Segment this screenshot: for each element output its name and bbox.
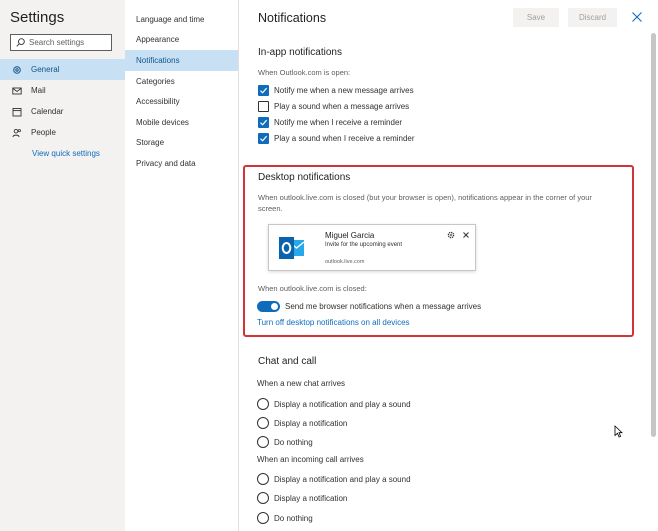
checkmark-icon bbox=[260, 135, 268, 142]
incoming-call-label: When an incoming call arrives bbox=[257, 455, 364, 464]
subnav-notifications[interactable]: Notifications bbox=[125, 50, 238, 71]
radio-button[interactable] bbox=[257, 492, 269, 504]
radio-button[interactable] bbox=[257, 398, 269, 410]
checkbox-label: Notify me when I receive a reminder bbox=[274, 118, 403, 127]
checkbox-label: Notify me when a new message arrives bbox=[274, 86, 414, 95]
preview-message: Invite for the upcoming event bbox=[325, 242, 403, 248]
search-input[interactable] bbox=[29, 38, 109, 47]
radio-button[interactable] bbox=[257, 473, 269, 485]
subnav-language-and-time[interactable]: Language and time bbox=[125, 9, 238, 30]
settings-title: Settings bbox=[10, 9, 65, 26]
call-option-notify[interactable]: Display a notification bbox=[257, 492, 347, 504]
subnav-categories[interactable]: Categories bbox=[125, 71, 238, 92]
checkmark-icon bbox=[260, 119, 268, 126]
scrollbar[interactable] bbox=[651, 33, 656, 437]
checkbox-checked[interactable] bbox=[258, 85, 269, 96]
search-box[interactable] bbox=[10, 34, 112, 51]
subnav-appearance[interactable]: Appearance bbox=[125, 30, 238, 51]
chat-option-notify-sound[interactable]: Display a notification and play a sound bbox=[257, 398, 411, 410]
nav-label-people: People bbox=[31, 128, 56, 137]
gear-icon bbox=[13, 65, 21, 74]
checkbox-label: Play a sound when a message arrives bbox=[274, 102, 410, 111]
calendar-icon bbox=[12, 107, 22, 116]
inapp-option-message-sound[interactable]: Play a sound when a message arrives bbox=[258, 101, 409, 112]
radio-label: Do nothing bbox=[274, 437, 313, 447]
close-icon[interactable] bbox=[631, 11, 643, 23]
save-button[interactable]: Save bbox=[513, 8, 559, 27]
checkbox-label: Play a sound when I receive a reminder bbox=[274, 134, 415, 143]
outlook-logo-icon bbox=[279, 237, 305, 259]
radio-button[interactable] bbox=[257, 512, 269, 524]
call-option-notify-sound[interactable]: Display a notification and play a sound bbox=[257, 473, 411, 485]
people-icon bbox=[12, 128, 21, 137]
notification-preview: Miguel Garcia Invite for the upcoming ev… bbox=[268, 224, 476, 271]
inapp-section-title: In-app notifications bbox=[258, 47, 342, 58]
call-option-nothing[interactable]: Do nothing bbox=[257, 512, 313, 524]
radio-button[interactable] bbox=[257, 436, 269, 448]
nav-item-general[interactable]: General bbox=[0, 59, 125, 80]
preview-domain: outlook.live.com bbox=[325, 259, 365, 265]
browser-notifications-toggle[interactable] bbox=[257, 301, 280, 312]
close-icon bbox=[463, 232, 469, 238]
chat-option-nothing[interactable]: Do nothing bbox=[257, 436, 313, 448]
nav-label-calendar: Calendar bbox=[31, 107, 64, 116]
radio-label: Display a notification and play a sound bbox=[274, 474, 411, 484]
settings-sidebar: Settings General Mail Calendar People Vi… bbox=[0, 0, 125, 531]
nav-label-general: General bbox=[31, 65, 60, 74]
settings-nav: General Mail Calendar People bbox=[0, 59, 125, 143]
inapp-option-new-message[interactable]: Notify me when a new message arrives bbox=[258, 85, 414, 96]
turn-off-desktop-notifications-link[interactable]: Turn off desktop notifications on all de… bbox=[257, 318, 410, 327]
nav-item-mail[interactable]: Mail bbox=[0, 80, 125, 101]
subnav-privacy-and-data[interactable]: Privacy and data bbox=[125, 153, 238, 174]
checkbox-checked[interactable] bbox=[258, 133, 269, 144]
chat-option-notify[interactable]: Display a notification bbox=[257, 417, 347, 429]
subnav-mobile-devices[interactable]: Mobile devices bbox=[125, 112, 238, 133]
new-chat-label: When a new chat arrives bbox=[257, 379, 346, 388]
radio-label: Do nothing bbox=[274, 513, 313, 523]
checkbox-checked[interactable] bbox=[258, 117, 269, 128]
settings-subnav: Language and time Appearance Notificatio… bbox=[125, 0, 239, 531]
page-title: Notifications bbox=[258, 11, 327, 25]
checkbox-unchecked[interactable] bbox=[258, 101, 269, 112]
nav-item-calendar[interactable]: Calendar bbox=[0, 101, 125, 122]
checkmark-icon bbox=[260, 87, 268, 94]
toggle-knob bbox=[271, 303, 278, 310]
subnav-accessibility[interactable]: Accessibility bbox=[125, 91, 238, 112]
radio-label: Display a notification and play a sound bbox=[274, 399, 411, 409]
subnav-storage[interactable]: Storage bbox=[125, 133, 238, 154]
gear-icon bbox=[447, 231, 455, 239]
inapp-option-reminder-sound[interactable]: Play a sound when I receive a reminder bbox=[258, 133, 415, 144]
view-quick-settings-link[interactable]: View quick settings bbox=[32, 149, 100, 158]
nav-label-mail: Mail bbox=[31, 86, 46, 95]
radio-label: Display a notification bbox=[274, 418, 348, 428]
chat-section-title: Chat and call bbox=[258, 356, 317, 367]
radio-button[interactable] bbox=[257, 417, 269, 429]
nav-item-people[interactable]: People bbox=[0, 122, 125, 143]
mouse-cursor-icon bbox=[614, 425, 623, 438]
search-icon bbox=[16, 38, 25, 47]
inapp-option-reminder[interactable]: Notify me when I receive a reminder bbox=[258, 117, 402, 128]
toggle-label: Send me browser notifications when a mes… bbox=[285, 302, 482, 311]
radio-label: Display a notification bbox=[274, 493, 348, 503]
mail-icon bbox=[12, 87, 22, 94]
inapp-subtitle: When Outlook.com is open: bbox=[258, 68, 351, 77]
preview-sender: Miguel Garcia bbox=[325, 231, 375, 240]
discard-button[interactable]: Discard bbox=[568, 8, 617, 27]
